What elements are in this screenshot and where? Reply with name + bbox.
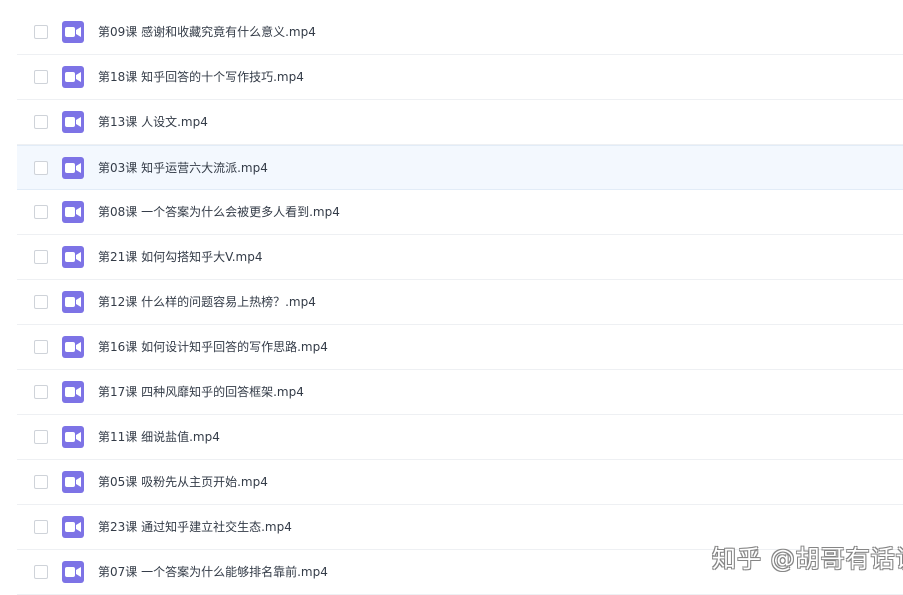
video-file-icon bbox=[62, 516, 84, 538]
file-row[interactable]: 第08课 一个答案为什么会被更多人看到.mp4 bbox=[17, 190, 903, 235]
video-file-icon bbox=[62, 426, 84, 448]
video-file-icon bbox=[62, 561, 84, 583]
file-row[interactable]: 第16课 如何设计知乎回答的写作思路.mp4 bbox=[17, 325, 903, 370]
file-row[interactable]: 第13课 人设文.mp4 bbox=[17, 100, 903, 145]
select-checkbox[interactable] bbox=[34, 295, 48, 309]
video-file-icon bbox=[62, 471, 84, 493]
file-row[interactable]: 第11课 细说盐值.mp4 bbox=[17, 415, 903, 460]
select-checkbox[interactable] bbox=[34, 475, 48, 489]
file-name[interactable]: 第23课 通过知乎建立社交生态.mp4 bbox=[98, 505, 292, 550]
select-checkbox[interactable] bbox=[34, 160, 48, 175]
select-checkbox[interactable] bbox=[34, 340, 48, 354]
file-name[interactable]: 第18课 知乎回答的十个写作技巧.mp4 bbox=[98, 55, 304, 100]
select-checkbox[interactable] bbox=[34, 565, 48, 579]
select-checkbox[interactable] bbox=[34, 115, 48, 129]
video-file-icon bbox=[62, 336, 84, 358]
file-row[interactable]: 第21课 如何勾搭知乎大V.mp4 bbox=[17, 235, 903, 280]
file-name[interactable]: 第16课 如何设计知乎回答的写作思路.mp4 bbox=[98, 325, 328, 370]
select-checkbox[interactable] bbox=[34, 385, 48, 399]
video-file-icon bbox=[62, 291, 84, 313]
file-name[interactable]: 第13课 人设文.mp4 bbox=[98, 100, 208, 145]
video-file-icon bbox=[62, 201, 84, 223]
file-name[interactable]: 第09课 感谢和收藏究竟有什么意义.mp4 bbox=[98, 10, 316, 55]
video-file-icon bbox=[62, 156, 84, 179]
select-checkbox[interactable] bbox=[34, 70, 48, 84]
file-row[interactable]: 第05课 吸粉先从主页开始.mp4 bbox=[17, 460, 903, 505]
file-list: 第09课 感谢和收藏究竟有什么意义.mp4 第18课 知乎回答的十个写作技巧.mp… bbox=[0, 0, 903, 595]
file-name[interactable]: 第03课 知乎运营六大流派.mp4 bbox=[98, 146, 268, 191]
video-file-icon bbox=[62, 111, 84, 133]
video-file-icon bbox=[62, 246, 84, 268]
file-name[interactable]: 第17课 四种风靡知乎的回答框架.mp4 bbox=[98, 370, 304, 415]
file-name[interactable]: 第21课 如何勾搭知乎大V.mp4 bbox=[98, 235, 263, 280]
file-row[interactable]: 第17课 四种风靡知乎的回答框架.mp4 bbox=[17, 370, 903, 415]
file-name[interactable]: 第11课 细说盐值.mp4 bbox=[98, 415, 220, 460]
video-file-icon bbox=[62, 21, 84, 43]
video-file-icon bbox=[62, 381, 84, 403]
file-name[interactable]: 第05课 吸粉先从主页开始.mp4 bbox=[98, 460, 268, 505]
video-file-icon bbox=[62, 66, 84, 88]
file-row[interactable]: 第03课 知乎运营六大流派.mp4 bbox=[17, 145, 903, 190]
select-checkbox[interactable] bbox=[34, 520, 48, 534]
file-name[interactable]: 第07课 一个答案为什么能够排名靠前.mp4 bbox=[98, 550, 328, 595]
select-checkbox[interactable] bbox=[34, 205, 48, 219]
select-checkbox[interactable] bbox=[34, 430, 48, 444]
file-row[interactable]: 第18课 知乎回答的十个写作技巧.mp4 bbox=[17, 55, 903, 100]
watermark: 知乎 @胡哥有话说 bbox=[712, 545, 903, 573]
select-checkbox[interactable] bbox=[34, 25, 48, 39]
file-row[interactable]: 第09课 感谢和收藏究竟有什么意义.mp4 bbox=[17, 10, 903, 55]
file-name[interactable]: 第08课 一个答案为什么会被更多人看到.mp4 bbox=[98, 190, 340, 235]
select-checkbox[interactable] bbox=[34, 250, 48, 264]
file-row[interactable]: 第12课 什么样的问题容易上热榜？.mp4 bbox=[17, 280, 903, 325]
file-name[interactable]: 第12课 什么样的问题容易上热榜？.mp4 bbox=[98, 280, 316, 325]
